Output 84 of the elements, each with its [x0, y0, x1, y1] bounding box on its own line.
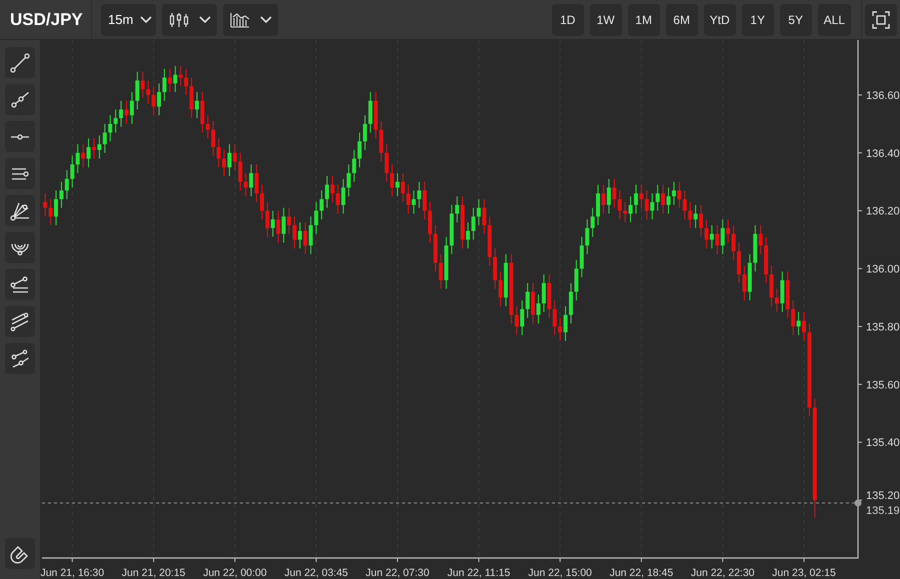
parallel-lines-tool[interactable]: [5, 158, 35, 189]
range-button[interactable]: 6M: [666, 4, 698, 36]
y-axis-label: 136.60: [866, 90, 900, 102]
falling-candle: [661, 184, 666, 214]
falling-candle: [601, 184, 606, 214]
falling-candle: [303, 222, 308, 255]
falling-candle: [276, 210, 280, 244]
y-axis-label: 136.20: [866, 206, 900, 218]
rising-candle: [720, 218, 725, 255]
channel-icon: [10, 312, 30, 332]
range-button[interactable]: 5Y: [780, 4, 812, 36]
ray-tool-icon: [10, 90, 30, 110]
rising-candle: [194, 92, 199, 119]
falling-candle: [168, 68, 172, 93]
falling-candle: [460, 196, 465, 249]
fullscreen-icon: [872, 10, 890, 28]
falling-candle: [92, 138, 96, 160]
rising-candle: [298, 222, 302, 249]
magnet-tool[interactable]: [5, 538, 35, 569]
rising-candle: [396, 172, 400, 197]
indicators-dropdown[interactable]: [223, 4, 278, 36]
candlestick-icon: [169, 12, 189, 28]
chevron-down-icon: [199, 16, 211, 24]
range-button[interactable]: 1D: [552, 4, 584, 36]
horizontal-line-tool[interactable]: [5, 121, 35, 152]
magnet-icon: [10, 544, 30, 564]
interval-dropdown[interactable]: 15m: [101, 4, 156, 36]
rising-candle: [227, 144, 232, 176]
symbol-title: USD/JPY: [10, 8, 83, 31]
rising-candle: [780, 271, 784, 313]
x-axis-label: Jun 21, 20:15: [122, 567, 186, 579]
rising-candle: [606, 178, 611, 214]
range-button[interactable]: ALL: [818, 4, 851, 36]
range-button[interactable]: 1M: [628, 4, 660, 36]
rising-candle: [282, 207, 286, 244]
pitchfork-tool[interactable]: [5, 269, 35, 300]
range-button[interactable]: YtD: [704, 4, 736, 36]
y-axis-label: 135.60: [866, 379, 900, 392]
chart-type-dropdown[interactable]: [162, 4, 217, 36]
falling-candle: [715, 224, 720, 255]
x-axis-label: Jun 22, 03:45: [284, 567, 348, 579]
x-axis-label: Jun 22, 18:45: [610, 567, 674, 579]
lines-tool-icon: [10, 274, 30, 294]
falling-candle: [124, 100, 128, 124]
rising-candle: [710, 224, 714, 249]
x-axis-label: Jun 23, 02:15: [772, 567, 836, 579]
rising-candle: [86, 138, 91, 168]
y-axis-label: 135.80: [866, 322, 900, 334]
measure-tool[interactable]: [5, 343, 35, 374]
y-axis-label: 135.20: [866, 490, 900, 502]
rising-candle: [504, 254, 508, 307]
ray-tool[interactable]: [5, 84, 35, 115]
fan-tool[interactable]: [5, 195, 35, 226]
y-axis-label: 136.00: [866, 264, 900, 276]
x-axis-label: Jun 21, 16:30: [40, 567, 104, 579]
last-price-label: 135.19: [866, 505, 900, 518]
range-button[interactable]: 1Y: [742, 4, 774, 36]
arcs-tool[interactable]: [5, 232, 35, 263]
chevron-down-icon: [260, 16, 272, 24]
x-axis-label: Jun 22, 15:00: [528, 567, 592, 579]
falling-candle: [81, 144, 86, 168]
x-axis-label: Jun 22, 07:30: [366, 567, 430, 579]
rising-candle: [270, 210, 275, 238]
range-button[interactable]: 1W: [590, 4, 622, 36]
x-axis-label: Jun 22, 22:30: [690, 567, 755, 579]
last-price-marker: [854, 500, 862, 507]
chevron-down-icon: [140, 16, 152, 24]
fan-icon: [10, 200, 30, 220]
falling-candle: [531, 282, 535, 324]
horizontal-line-icon: [10, 134, 30, 140]
y-axis-label: 136.40: [866, 148, 900, 160]
rising-candle: [249, 164, 254, 197]
line-tool-icon: [10, 52, 30, 72]
rising-candle: [796, 312, 801, 336]
rising-candle: [694, 204, 698, 229]
measure-icon: [10, 348, 30, 368]
fullscreen-button[interactable]: [865, 4, 897, 36]
x-axis-label: Jun 22, 11:15: [447, 567, 510, 579]
y-axis-label: 135.40: [866, 437, 900, 450]
bar-chart-icon: [230, 12, 250, 28]
channel-tool[interactable]: [5, 306, 35, 337]
rising-candle: [173, 66, 178, 93]
trend-line-tool[interactable]: [5, 47, 35, 78]
x-axis-label: Jun 22, 00:00: [203, 567, 267, 579]
